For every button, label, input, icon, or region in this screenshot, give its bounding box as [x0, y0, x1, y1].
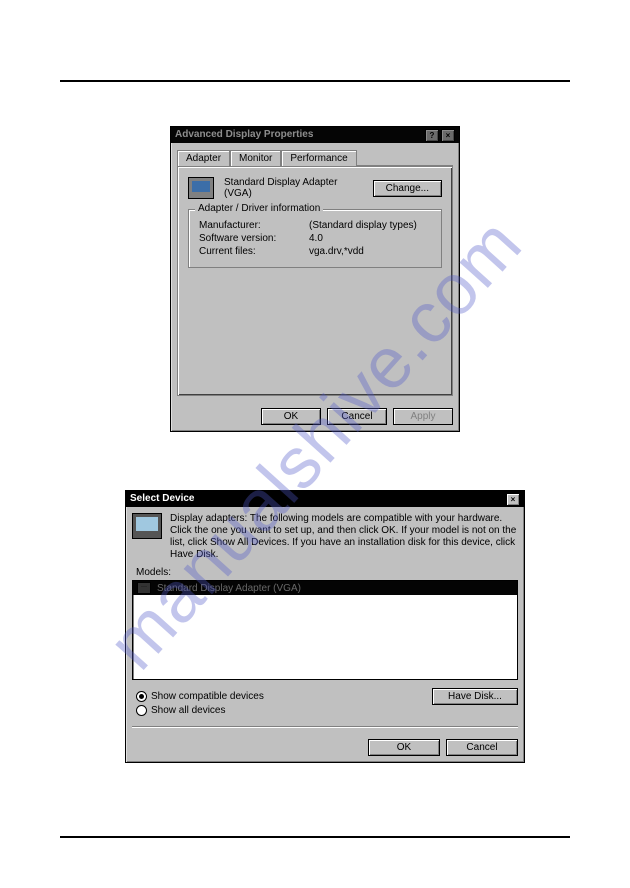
models-listbox[interactable]: Standard Display Adapter (VGA)	[132, 580, 518, 680]
manufacturer-label: Manufacturer:	[199, 220, 309, 231]
driver-info-group-title: Adapter / Driver information	[195, 203, 323, 214]
dialog1-button-row: OK Cancel Apply	[171, 402, 459, 431]
dialog1-title: Advanced Display Properties	[175, 127, 313, 143]
tabs: Adapter Monitor Performance	[177, 149, 453, 166]
software-version-value: 4.0	[309, 233, 323, 244]
models-label: Models:	[136, 567, 518, 578]
model-item-icon	[137, 582, 151, 594]
model-item-label: Standard Display Adapter (VGA)	[157, 583, 301, 594]
dialog2-button-row: OK Cancel	[126, 733, 524, 762]
driver-info-group: Adapter / Driver information Manufacture…	[188, 209, 442, 268]
tab-adapter[interactable]: Adapter	[177, 150, 230, 166]
change-button[interactable]: Change...	[373, 180, 442, 197]
software-version-label: Software version:	[199, 233, 309, 244]
page-bottom-rule	[60, 836, 570, 838]
apply-button[interactable]: Apply	[393, 408, 453, 425]
ok-button[interactable]: OK	[368, 739, 440, 756]
dialog1-titlebar[interactable]: Advanced Display Properties ? ×	[171, 127, 459, 143]
list-item[interactable]: Standard Display Adapter (VGA)	[133, 581, 517, 595]
select-device-dialog: Select Device × Display adapters: The fo…	[125, 490, 525, 763]
tab-monitor[interactable]: Monitor	[230, 150, 281, 166]
radio-all-label: Show all devices	[151, 705, 225, 716]
have-disk-button[interactable]: Have Disk...	[432, 688, 518, 705]
close-button[interactable]: ×	[441, 129, 455, 142]
device-category-icon	[132, 513, 162, 539]
manufacturer-value: (Standard display types)	[309, 220, 417, 231]
dialog2-title: Select Device	[130, 491, 195, 507]
help-button[interactable]: ?	[425, 129, 439, 142]
advanced-display-properties-dialog: Advanced Display Properties ? × Adapter …	[170, 126, 460, 432]
page-top-rule	[60, 80, 570, 82]
cancel-button[interactable]: Cancel	[446, 739, 518, 756]
close-button[interactable]: ×	[506, 493, 520, 506]
radio-all[interactable]	[136, 705, 147, 716]
dialog2-description: Display adapters: The following models a…	[170, 513, 518, 561]
tab-adapter-panel: Standard Display Adapter (VGA) Change...…	[177, 166, 453, 396]
radio-compatible[interactable]	[136, 691, 147, 702]
dialog2-titlebar[interactable]: Select Device ×	[126, 491, 524, 507]
ok-button[interactable]: OK	[261, 408, 321, 425]
cancel-button[interactable]: Cancel	[327, 408, 387, 425]
adapter-name: Standard Display Adapter (VGA)	[224, 177, 363, 199]
radio-all-row[interactable]: Show all devices	[136, 705, 264, 716]
current-files-label: Current files:	[199, 246, 309, 257]
adapter-icon	[188, 177, 214, 199]
current-files-value: vga.drv,*vdd	[309, 246, 364, 257]
radio-compatible-row[interactable]: Show compatible devices	[136, 691, 264, 702]
tab-performance[interactable]: Performance	[281, 150, 356, 166]
radio-compatible-label: Show compatible devices	[151, 691, 264, 702]
